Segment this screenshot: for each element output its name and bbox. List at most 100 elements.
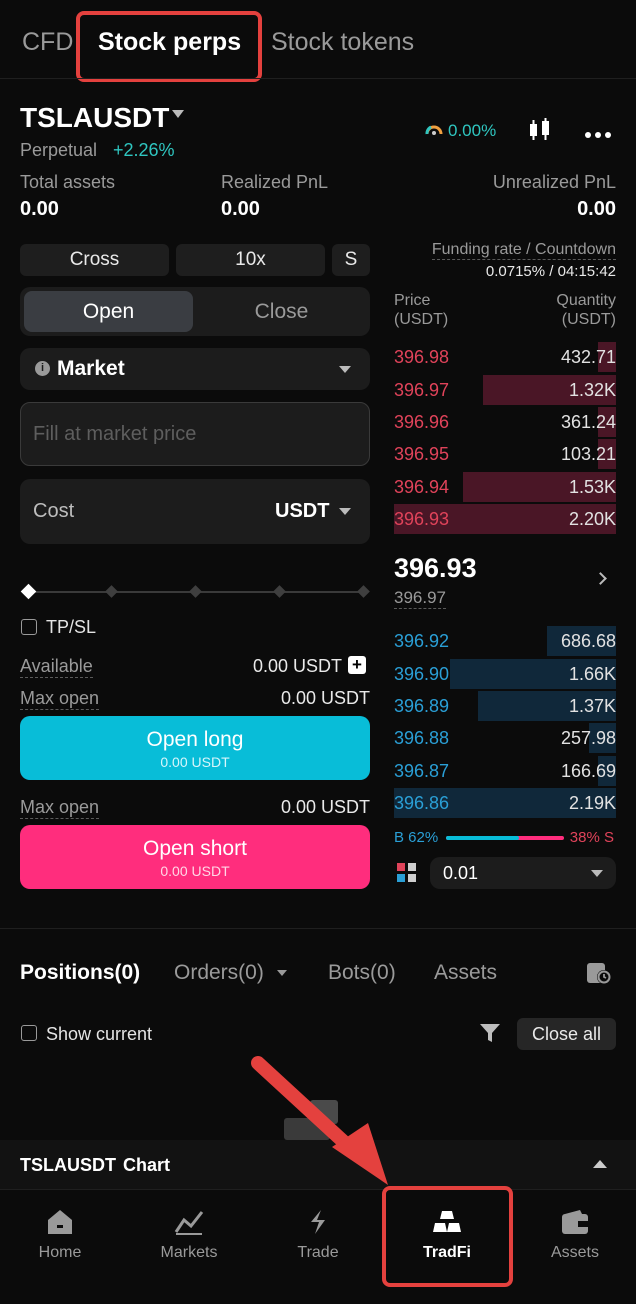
close-all-button[interactable]: Close all — [517, 1018, 616, 1050]
tab-stock-tokens[interactable]: Stock tokens — [271, 28, 414, 57]
bid-price: 396.88 — [394, 728, 450, 748]
price-header: Price — [394, 292, 431, 309]
ask-row[interactable]: 396.93 2.20K — [394, 504, 616, 534]
bid-row[interactable]: 396.89 1.37K — [394, 691, 616, 721]
home-icon — [45, 1208, 75, 1236]
nav-tradfi[interactable]: TradFi — [387, 1208, 507, 1262]
amount-slider-handle[interactable] — [20, 583, 37, 600]
tab-bots[interactable]: Bots(0) — [328, 961, 396, 985]
nav-home[interactable]: Home — [0, 1208, 120, 1262]
ask-row[interactable]: 396.94 1.53K — [394, 472, 616, 502]
open-long-button[interactable]: Open long 0.00 USDT — [20, 716, 370, 780]
bid-quantity: 1.37K — [568, 696, 616, 716]
slider-step-100[interactable] — [357, 585, 370, 598]
chevron-down-icon[interactable] — [277, 970, 287, 976]
symbol-change: +2.26% — [113, 140, 175, 160]
cost-label: Cost — [33, 500, 75, 522]
bid-price: 396.87 — [394, 761, 450, 781]
available-label: Available — [20, 656, 93, 678]
bid-price: 396.92 — [394, 631, 450, 651]
bid-price: 396.89 — [394, 696, 450, 716]
open-long-label: Open long — [146, 728, 244, 751]
divider — [0, 928, 636, 929]
ask-quantity: 432.71 — [560, 347, 616, 367]
max-open-long-value: 0.00 USDT — [280, 688, 370, 708]
realized-pnl-label: Realized PnL — [221, 172, 329, 192]
open-tab[interactable]: Open — [24, 291, 193, 332]
ask-row[interactable]: 396.96 361.24 — [394, 407, 616, 437]
divider — [0, 78, 636, 79]
wallet-icon — [560, 1208, 590, 1236]
ask-row[interactable]: 396.97 1.32K — [394, 375, 616, 405]
available-value: 0.00 USDT — [253, 656, 343, 676]
order-type-value: Market — [57, 357, 125, 380]
cost-unit-select[interactable]: USDT — [275, 500, 329, 523]
tab-stock-perps[interactable]: Stock perps — [98, 28, 241, 57]
bid-quantity: 166.69 — [560, 761, 616, 781]
slider-step-75[interactable] — [273, 585, 286, 598]
ask-price: 396.93 — [394, 509, 450, 529]
bid-quantity: 1.66K — [568, 664, 616, 684]
symbol-name[interactable]: TSLAUSDT — [20, 102, 169, 134]
tpsl-checkbox[interactable] — [21, 619, 37, 635]
nav-assets-label: Assets — [550, 1244, 599, 1261]
ask-row[interactable]: 396.95 103.21 — [394, 439, 616, 469]
bid-row[interactable]: 396.87 166.69 — [394, 756, 616, 786]
tab-positions[interactable]: Positions(0) — [20, 961, 140, 985]
ask-price: 396.97 — [394, 380, 450, 400]
close-tab[interactable]: Close — [197, 291, 366, 332]
ratio-bar — [446, 836, 564, 840]
nav-assets[interactable]: Assets — [515, 1208, 635, 1262]
gold-bars-icon — [432, 1208, 462, 1236]
more-options-icon[interactable] — [584, 126, 612, 138]
slider-step-50[interactable] — [189, 585, 202, 598]
bid-row[interactable]: 396.92 686.68 — [394, 626, 616, 656]
symbol-dropdown-icon[interactable] — [172, 110, 184, 118]
nav-markets[interactable]: Markets — [129, 1208, 249, 1262]
buy-ratio-label: B 62% — [394, 829, 439, 846]
nav-home-label: Home — [38, 1244, 82, 1261]
chevron-right-icon[interactable] — [594, 572, 607, 585]
chart-bar-label: Chart — [123, 1155, 171, 1175]
chart-bar-symbol: TSLAUSDT — [20, 1155, 116, 1175]
tab-assets[interactable]: Assets — [434, 961, 497, 985]
ratio-bar-buy-fill — [446, 836, 520, 840]
slider-step-25[interactable] — [105, 585, 118, 598]
orderbook-layout-icon[interactable] — [397, 863, 417, 883]
total-assets-value: 0.00 — [20, 198, 59, 220]
nav-markets-label: Markets — [160, 1244, 218, 1261]
indicator-value[interactable]: 0.00% — [448, 121, 496, 141]
bid-row[interactable]: 396.88 257.98 — [394, 723, 616, 753]
unrealized-pnl-label: Unrealized PnL — [492, 172, 616, 192]
quantity-unit: (USDT) — [561, 311, 616, 328]
annotation-arrow — [250, 1055, 400, 1190]
show-current-checkbox[interactable] — [21, 1025, 37, 1041]
symbol-type: Perpetual — [20, 140, 98, 160]
open-short-button[interactable]: Open short 0.00 USDT — [20, 825, 370, 889]
nav-trade[interactable]: Trade — [258, 1208, 378, 1262]
history-icon[interactable] — [585, 959, 613, 987]
chevron-up-icon[interactable] — [593, 1160, 607, 1168]
last-price: 396.93 — [394, 553, 477, 583]
bid-quantity: 257.98 — [560, 728, 616, 748]
chevron-down-icon — [591, 870, 603, 877]
add-funds-icon[interactable]: + — [348, 656, 366, 674]
candlestick-chart-icon[interactable] — [526, 116, 554, 144]
max-open-short-label: Max open — [20, 797, 100, 819]
info-icon[interactable]: i — [35, 361, 50, 376]
bid-row[interactable]: 396.86 2.19K — [394, 788, 616, 818]
tab-cfd[interactable]: CFD — [22, 28, 73, 57]
position-mode-button[interactable]: S — [332, 244, 370, 276]
unrealized-pnl-value: 0.00 — [577, 198, 616, 220]
open-short-label: Open short — [143, 837, 247, 860]
bid-row[interactable]: 396.90 1.66K — [394, 659, 616, 689]
markets-icon — [174, 1208, 204, 1236]
margin-mode-button[interactable]: Cross — [20, 244, 169, 276]
filter-icon[interactable] — [479, 1022, 501, 1044]
tab-orders[interactable]: Orders(0) — [174, 961, 264, 985]
bid-price: 396.86 — [394, 793, 450, 813]
ask-row[interactable]: 396.98 432.71 — [394, 342, 616, 372]
sentiment-gauge-icon — [425, 121, 443, 139]
open-long-sub: 0.00 USDT — [160, 754, 230, 770]
leverage-button[interactable]: 10x — [176, 244, 325, 276]
